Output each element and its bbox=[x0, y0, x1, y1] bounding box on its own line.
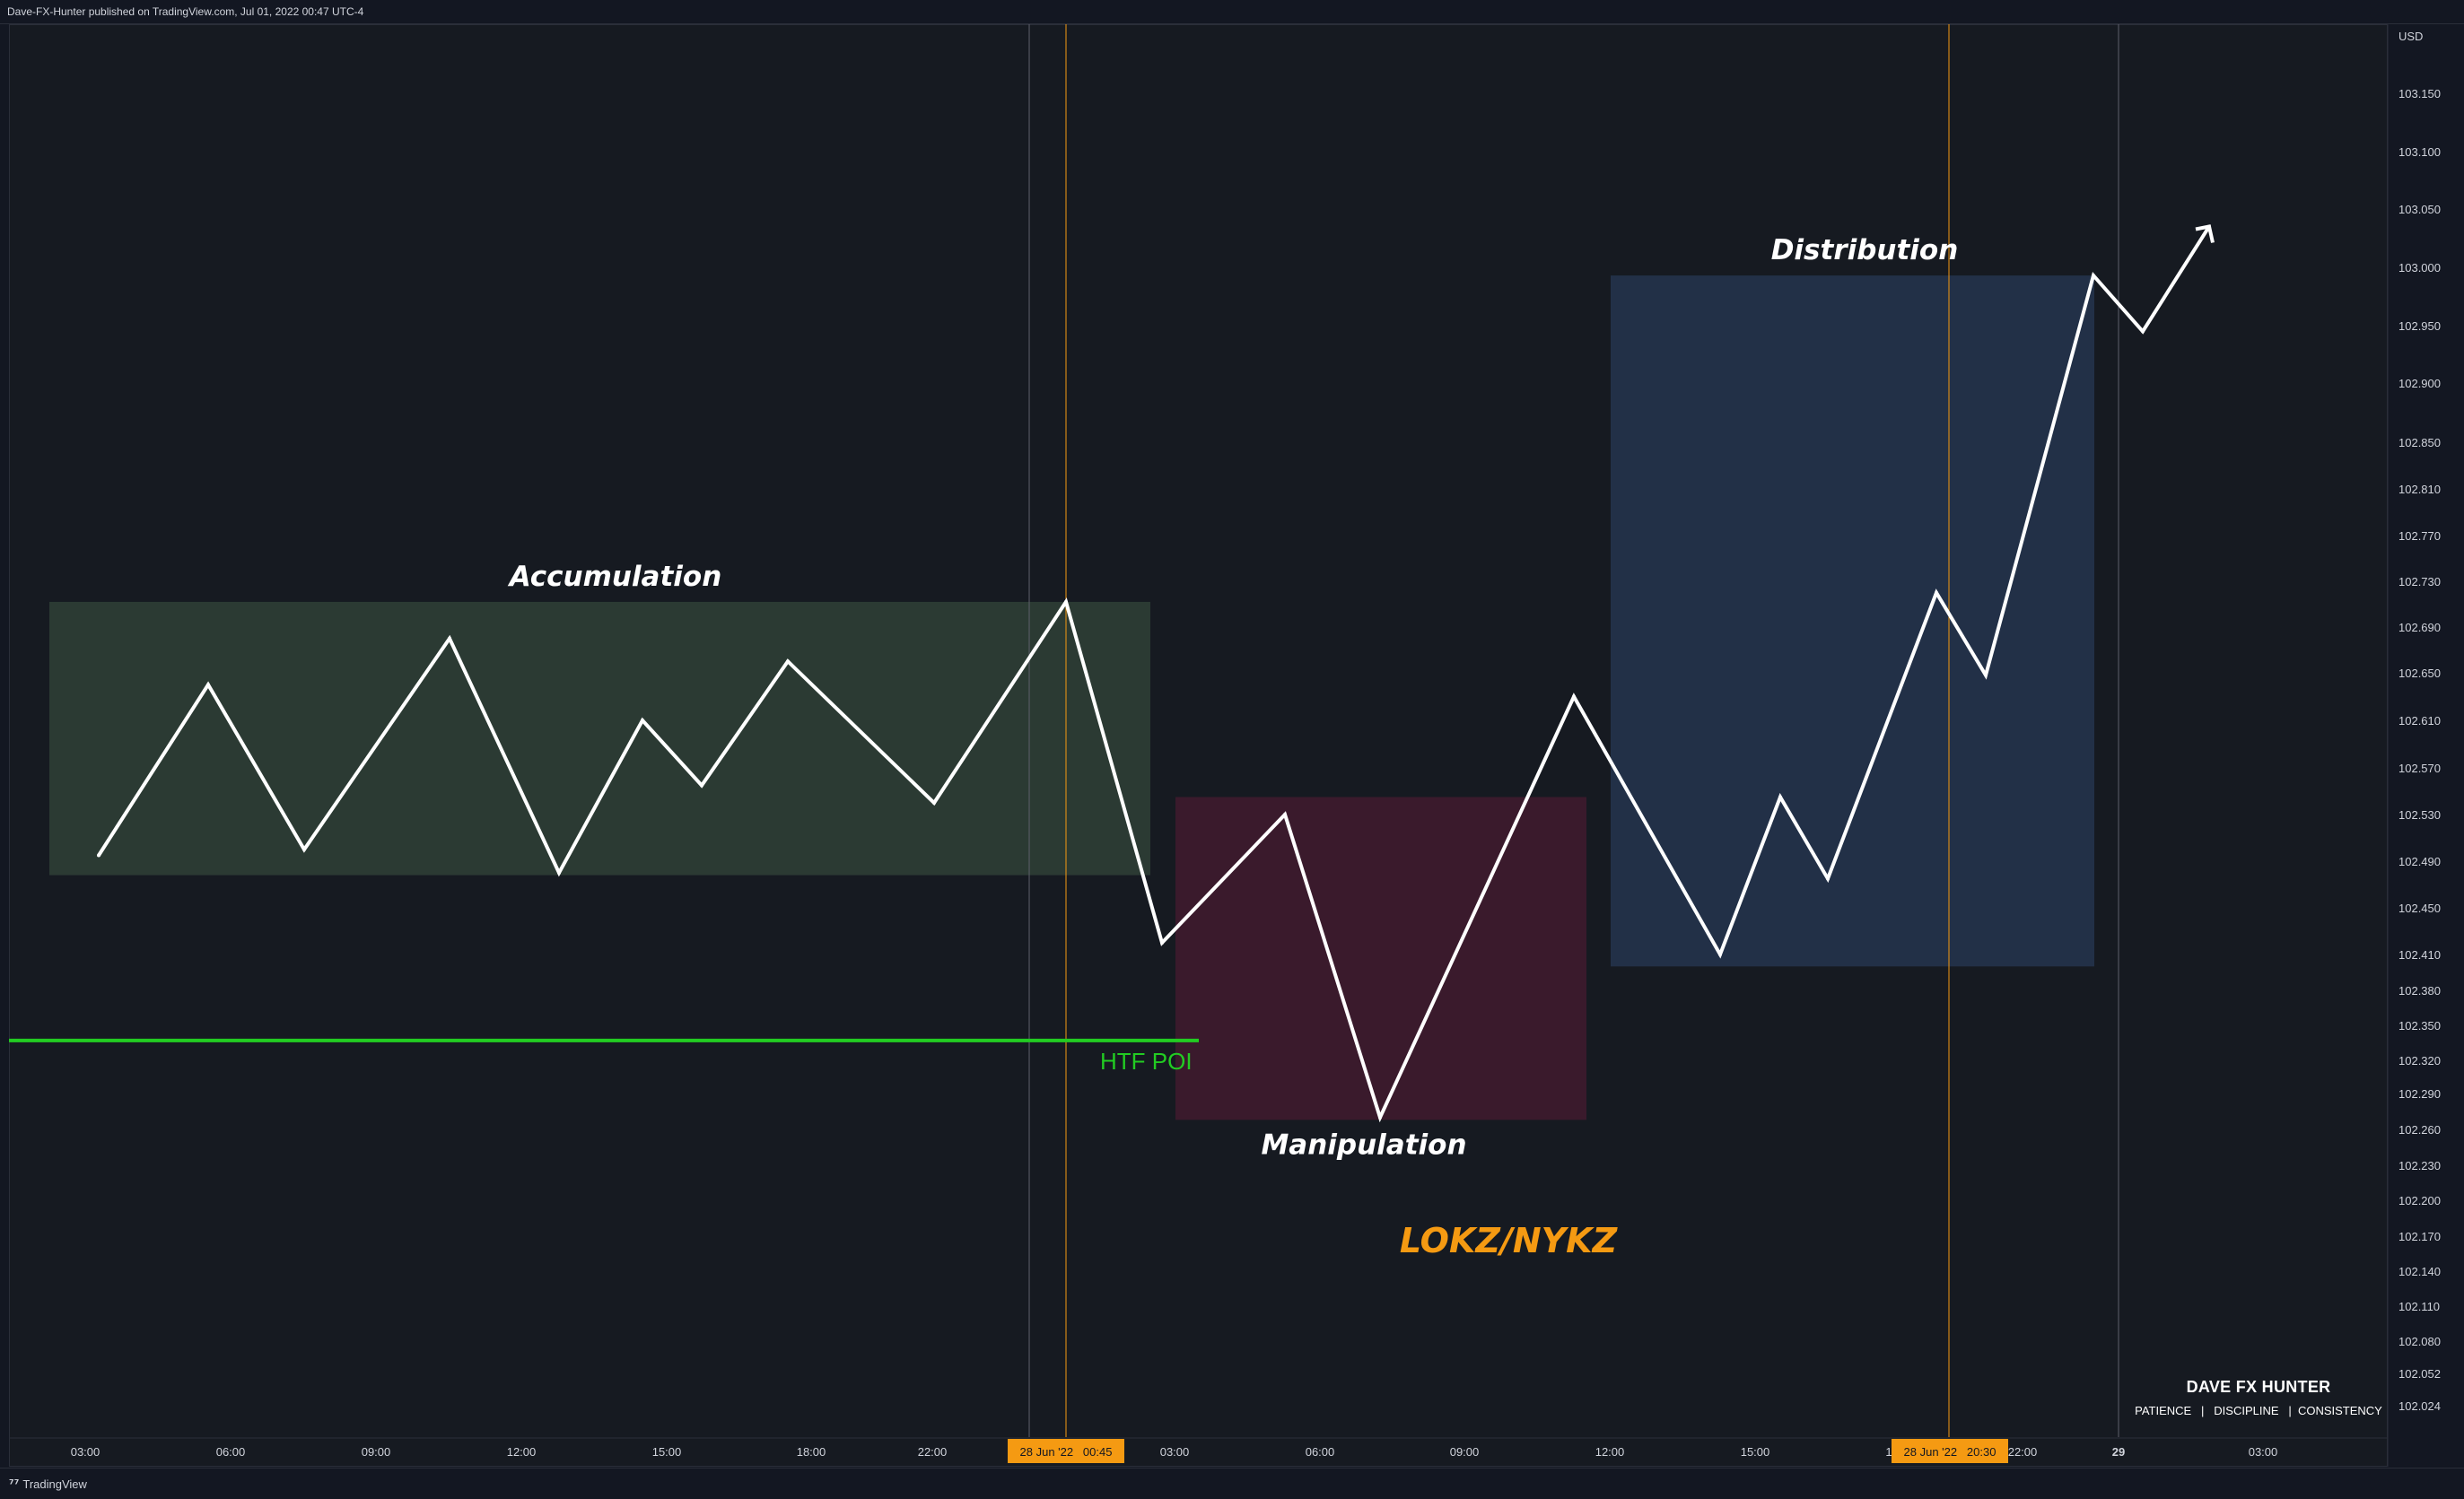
tradingview-logo[interactable]: ⁷⁷ TradingView bbox=[9, 1477, 87, 1492]
price-chart[interactable]: Accumulation Manipulation Distribution HTF … bbox=[0, 0, 2464, 1498]
x-tick-label: 09:00 bbox=[1450, 1445, 1480, 1459]
zone-label: Distribution bbox=[1771, 234, 1959, 266]
y-tick-label: 102.110 bbox=[2398, 1300, 2440, 1313]
y-tick-label: 102.450 bbox=[2398, 902, 2441, 915]
y-tick-label: 102.950 bbox=[2398, 319, 2441, 333]
zone-distribution bbox=[1611, 275, 2094, 967]
x-tick-label: 12:00 bbox=[507, 1445, 537, 1459]
y-tick-label: 103.150 bbox=[2398, 87, 2441, 100]
y-tick-label: 102.024 bbox=[2398, 1399, 2441, 1413]
y-tick-label: 102.350 bbox=[2398, 1019, 2441, 1033]
tradingview-logo-text: TradingView bbox=[22, 1477, 87, 1491]
x-tick-label: 22:00 bbox=[2008, 1445, 2038, 1459]
y-tick-label: 102.320 bbox=[2398, 1054, 2441, 1068]
price-point bbox=[1064, 599, 1068, 604]
x-tick-label: 15:00 bbox=[1741, 1445, 1770, 1459]
x-tick-label: 15:00 bbox=[652, 1445, 682, 1459]
zone-accumulation bbox=[49, 601, 1150, 876]
brand-tagline: PATIENCE | DISCIPLINE | CONSISTENCY bbox=[2135, 1404, 2382, 1417]
y-tick-label: 102.290 bbox=[2398, 1087, 2441, 1101]
y-tick-label: 102.730 bbox=[2398, 575, 2441, 588]
price-point bbox=[1935, 590, 1938, 595]
price-point bbox=[1826, 876, 1830, 881]
branding-block: DAVE FX HUNTER PATIENCE | DISCIPLINE | C… bbox=[2119, 1378, 2398, 1417]
x-tick-label: 1 bbox=[1885, 1445, 1892, 1459]
time-badge-label: 28 Jun '22 00:45 bbox=[1020, 1445, 1113, 1459]
price-point bbox=[641, 719, 644, 722]
price-point bbox=[1283, 813, 1287, 816]
y-tick-label: 102.530 bbox=[2398, 808, 2441, 822]
x-tick-label: 12:00 bbox=[1595, 1445, 1625, 1459]
price-point bbox=[1378, 1115, 1382, 1120]
session-label: LOKZ/NYKZ bbox=[1400, 1221, 1619, 1260]
x-tick-label: 09:00 bbox=[362, 1445, 391, 1459]
price-point bbox=[448, 636, 451, 641]
x-tick-label: 22:00 bbox=[918, 1445, 948, 1459]
zone-label: Accumulation bbox=[507, 561, 722, 593]
price-axis-currency: USD bbox=[2398, 30, 2423, 43]
x-tick-label: 29 bbox=[2112, 1445, 2125, 1459]
price-point bbox=[1572, 694, 1576, 699]
zone-label: Manipulation bbox=[1261, 1129, 1466, 1161]
y-tick-label: 102.380 bbox=[2398, 984, 2441, 998]
price-point bbox=[1160, 941, 1164, 945]
price-point bbox=[700, 783, 703, 788]
x-tick-label: 03:00 bbox=[1160, 1445, 1190, 1459]
y-tick-label: 102.850 bbox=[2398, 436, 2441, 449]
y-tick-label: 102.610 bbox=[2398, 714, 2441, 728]
y-tick-label: 102.490 bbox=[2398, 855, 2441, 868]
y-tick-label: 102.260 bbox=[2398, 1123, 2441, 1137]
y-tick-label: 102.230 bbox=[2398, 1159, 2441, 1172]
price-point bbox=[1778, 795, 1782, 799]
y-tick-label: 102.410 bbox=[2398, 948, 2441, 962]
price-point bbox=[2141, 329, 2145, 334]
tradingview-logo-icon: ⁷⁷ bbox=[9, 1478, 20, 1492]
zones-layer bbox=[49, 275, 2094, 1120]
y-tick-label: 102.810 bbox=[2398, 483, 2441, 496]
price-point bbox=[557, 871, 561, 875]
x-tick-label: 18:00 bbox=[797, 1445, 826, 1459]
y-tick-label: 102.650 bbox=[2398, 667, 2441, 680]
x-tick-label: 06:00 bbox=[1306, 1445, 1335, 1459]
y-tick-label: 102.140 bbox=[2398, 1265, 2441, 1278]
y-tick-label: 102.570 bbox=[2398, 762, 2441, 775]
price-point bbox=[97, 853, 100, 858]
y-tick-label: 102.770 bbox=[2398, 529, 2441, 543]
y-tick-label: 103.100 bbox=[2398, 145, 2441, 159]
x-tick-label: 06:00 bbox=[216, 1445, 246, 1459]
y-tick-label: 102.052 bbox=[2398, 1367, 2441, 1381]
htf-poi-label: HTF POI bbox=[1100, 1048, 1193, 1075]
y-tick-label: 102.200 bbox=[2398, 1194, 2441, 1207]
y-tick-label: 103.000 bbox=[2398, 261, 2441, 275]
x-tick-label: 03:00 bbox=[2249, 1445, 2278, 1459]
y-tick-label: 103.050 bbox=[2398, 203, 2441, 216]
price-point bbox=[786, 659, 790, 664]
y-tick-label: 102.080 bbox=[2398, 1335, 2441, 1348]
x-tick-label: 03:00 bbox=[71, 1445, 100, 1459]
price-point bbox=[206, 683, 210, 687]
price-point bbox=[932, 801, 936, 805]
price-point bbox=[1718, 953, 1722, 956]
price-point bbox=[2092, 274, 2095, 278]
y-tick-label: 102.170 bbox=[2398, 1230, 2441, 1243]
y-tick-label: 102.690 bbox=[2398, 621, 2441, 634]
zone-manipulation bbox=[1175, 797, 1586, 1120]
price-point bbox=[302, 848, 306, 851]
y-tick-label: 102.900 bbox=[2398, 377, 2441, 390]
time-badge-label: 28 Jun '22 20:30 bbox=[1904, 1445, 1997, 1459]
bottom-bar: ⁷⁷ TradingView bbox=[0, 1468, 2464, 1499]
price-point bbox=[1984, 673, 1988, 677]
brand-name: DAVE FX HUNTER bbox=[2186, 1378, 2331, 1396]
